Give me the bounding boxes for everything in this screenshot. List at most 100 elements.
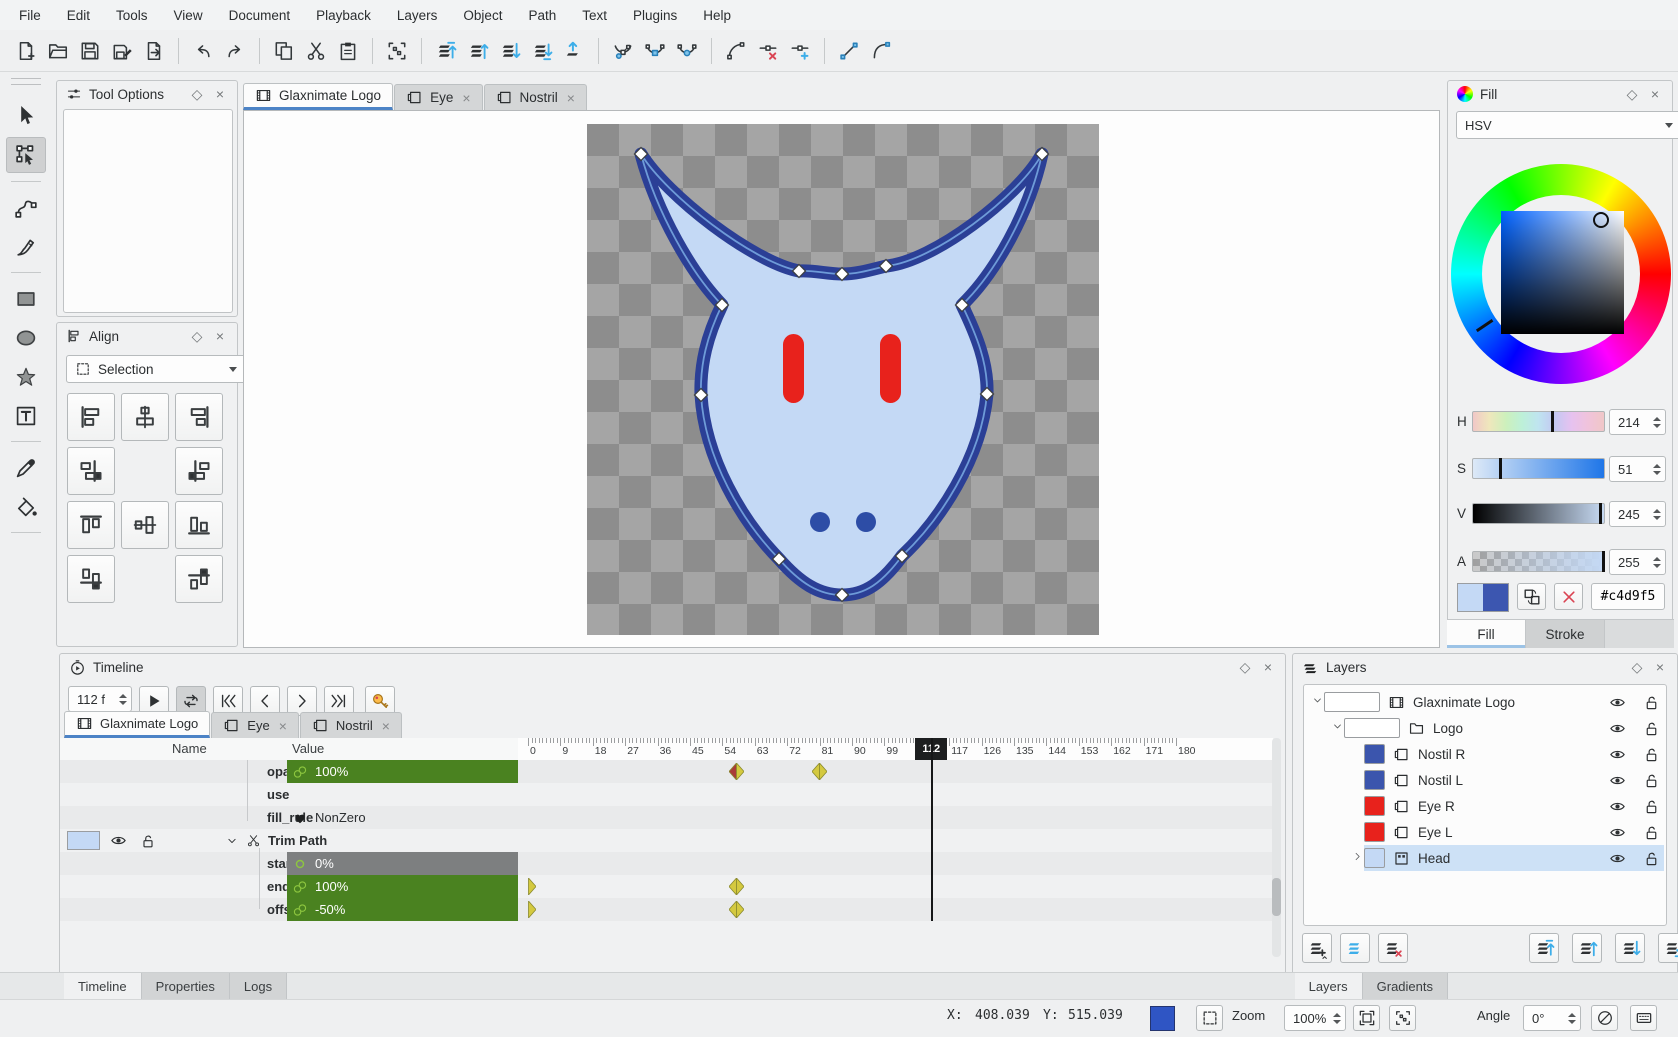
lock-icon[interactable] xyxy=(1638,720,1664,737)
move-layer-lower-bottom-button[interactable] xyxy=(1658,933,1678,963)
scrollbar-thumb[interactable] xyxy=(1272,878,1281,916)
property-value[interactable]: 100% xyxy=(287,875,518,898)
clear-color-button[interactable] xyxy=(1554,583,1583,610)
chevron-open-icon[interactable] xyxy=(1330,720,1344,736)
close-panel-button[interactable]: × xyxy=(1260,659,1276,675)
move-layer-raise-button[interactable] xyxy=(1572,933,1602,963)
timeline-scrollbar[interactable] xyxy=(1272,738,1281,957)
property-value[interactable]: -50% xyxy=(287,898,518,921)
visibility-eye-icon[interactable] xyxy=(1604,772,1630,789)
float-panel-button[interactable]: ◇ xyxy=(1629,659,1645,676)
canvas-tab-glaxnimate-logo[interactable]: Glaxnimate Logo xyxy=(243,83,393,110)
layer-color-swatch[interactable] xyxy=(1344,718,1400,738)
align-outside-left-button[interactable] xyxy=(67,447,115,495)
layer-lower-button[interactable] xyxy=(495,36,525,66)
hue-spinbox[interactable]: 214 xyxy=(1609,409,1666,435)
collapse-icon[interactable] xyxy=(225,834,239,848)
align-left-button[interactable] xyxy=(67,393,115,441)
node-type-cusp-button[interactable] xyxy=(608,36,638,66)
shortcuts-button[interactable] xyxy=(1630,1005,1657,1031)
keyframe-full[interactable] xyxy=(729,878,744,895)
dock-tab-gradients[interactable]: Gradients xyxy=(1363,973,1448,1000)
property-value[interactable]: NonZero xyxy=(287,806,518,829)
track-row[interactable] xyxy=(518,783,1273,806)
layer-row-logo[interactable]: Logo xyxy=(1304,715,1664,741)
edit-undo-button[interactable] xyxy=(188,36,218,66)
menu-text[interactable]: Text xyxy=(569,3,620,27)
rectangle-tool-button[interactable] xyxy=(7,282,45,316)
visibility-eye-icon[interactable] xyxy=(1604,746,1630,763)
visibility-eye-icon[interactable] xyxy=(1604,824,1630,841)
timeline-row-end[interactable]: end100% xyxy=(60,875,518,898)
chevron-open-icon[interactable] xyxy=(1310,694,1324,710)
float-panel-button[interactable]: ◇ xyxy=(189,86,205,103)
timeline-row-fill_rule[interactable]: fill_ruleNonZero xyxy=(60,806,518,829)
text-tool-button[interactable] xyxy=(7,399,45,433)
saturation-spinbox[interactable]: 51 xyxy=(1609,456,1666,482)
layer-row-glaxnimate-logo[interactable]: Glaxnimate Logo xyxy=(1304,689,1664,715)
timeline-tab-eye[interactable]: Eye× xyxy=(211,712,299,738)
track-row[interactable] xyxy=(518,829,1273,852)
property-value[interactable] xyxy=(287,783,518,806)
timeline-tab-glaxnimate-logo[interactable]: Glaxnimate Logo xyxy=(64,711,210,738)
value-slider[interactable] xyxy=(1472,503,1605,524)
canvas-viewport[interactable] xyxy=(243,110,1440,648)
hex-color-input[interactable] xyxy=(1591,583,1665,610)
layer-color-swatch[interactable] xyxy=(1364,770,1385,790)
align-outside-top-button[interactable] xyxy=(67,555,115,603)
document-export-button[interactable] xyxy=(139,36,169,66)
snap-toggle-button[interactable] xyxy=(1591,1005,1618,1031)
menu-path[interactable]: Path xyxy=(515,3,569,27)
float-panel-button[interactable]: ◇ xyxy=(1624,86,1640,103)
align-right-button[interactable] xyxy=(175,393,223,441)
keyframe-half[interactable] xyxy=(521,901,536,918)
float-panel-button[interactable]: ◇ xyxy=(189,328,205,345)
keyframe-full[interactable] xyxy=(729,901,744,918)
lock-icon[interactable] xyxy=(1638,824,1664,841)
track-row[interactable] xyxy=(518,806,1273,829)
dock-tab-logs[interactable]: Logs xyxy=(230,973,287,1000)
close-panel-button[interactable]: × xyxy=(1647,86,1663,102)
align-center-h-button[interactable] xyxy=(121,393,169,441)
track-row[interactable] xyxy=(518,852,1273,875)
layer-row-head[interactable]: Head xyxy=(1304,845,1664,871)
hue-marker[interactable] xyxy=(1476,319,1494,332)
ellipse-tool-button[interactable] xyxy=(7,321,45,355)
close-panel-button[interactable]: × xyxy=(212,328,228,344)
chevron-closed-icon[interactable] xyxy=(1350,850,1364,866)
angle-spinbox[interactable]: 0° xyxy=(1523,1005,1581,1031)
menu-object[interactable]: Object xyxy=(450,3,515,27)
draw-freehand-tool-button[interactable] xyxy=(7,230,45,264)
select-tool-button[interactable] xyxy=(7,98,45,132)
keyframe-full[interactable] xyxy=(812,763,827,780)
saturation-value-square[interactable] xyxy=(1501,211,1624,334)
lock-icon[interactable] xyxy=(1638,798,1664,815)
edit-redo-button[interactable] xyxy=(220,36,250,66)
layer-color-swatch[interactable] xyxy=(67,831,100,850)
float-panel-button[interactable]: ◇ xyxy=(1237,659,1253,676)
frame-document-button[interactable] xyxy=(1389,1005,1416,1031)
swap-colors-button[interactable] xyxy=(1517,583,1546,610)
draw-curve-button[interactable] xyxy=(866,36,896,66)
layer-color-swatch[interactable] xyxy=(1364,848,1385,868)
align-top-button[interactable] xyxy=(67,501,115,549)
delete-layer-button[interactable] xyxy=(1378,933,1408,963)
layer-color-swatch[interactable] xyxy=(1364,796,1385,816)
move-layer-lower-button[interactable] xyxy=(1615,933,1645,963)
color-model-select[interactable]: HSV xyxy=(1456,111,1678,139)
canvas-tab-eye[interactable]: Eye× xyxy=(394,84,482,110)
lock-open-icon[interactable] xyxy=(140,833,156,849)
draw-line-button[interactable] xyxy=(834,36,864,66)
timeline-row-start[interactable]: start0% xyxy=(60,852,518,875)
add-layer-button[interactable] xyxy=(1302,933,1332,963)
edit-copy-button[interactable] xyxy=(269,36,299,66)
menu-layers[interactable]: Layers xyxy=(384,3,451,27)
layer-color-swatch[interactable] xyxy=(1364,822,1385,842)
layer-raise-top-button[interactable] xyxy=(431,36,461,66)
lock-icon[interactable] xyxy=(1638,772,1664,789)
menu-view[interactable]: View xyxy=(161,3,216,27)
timeline-ruler[interactable]: 0918273645546372819099117126135144153162… xyxy=(518,738,1273,761)
layer-lower-bottom-button[interactable] xyxy=(527,36,557,66)
visibility-eye-icon[interactable] xyxy=(1604,798,1630,815)
fox-head-artwork[interactable] xyxy=(587,124,1099,635)
